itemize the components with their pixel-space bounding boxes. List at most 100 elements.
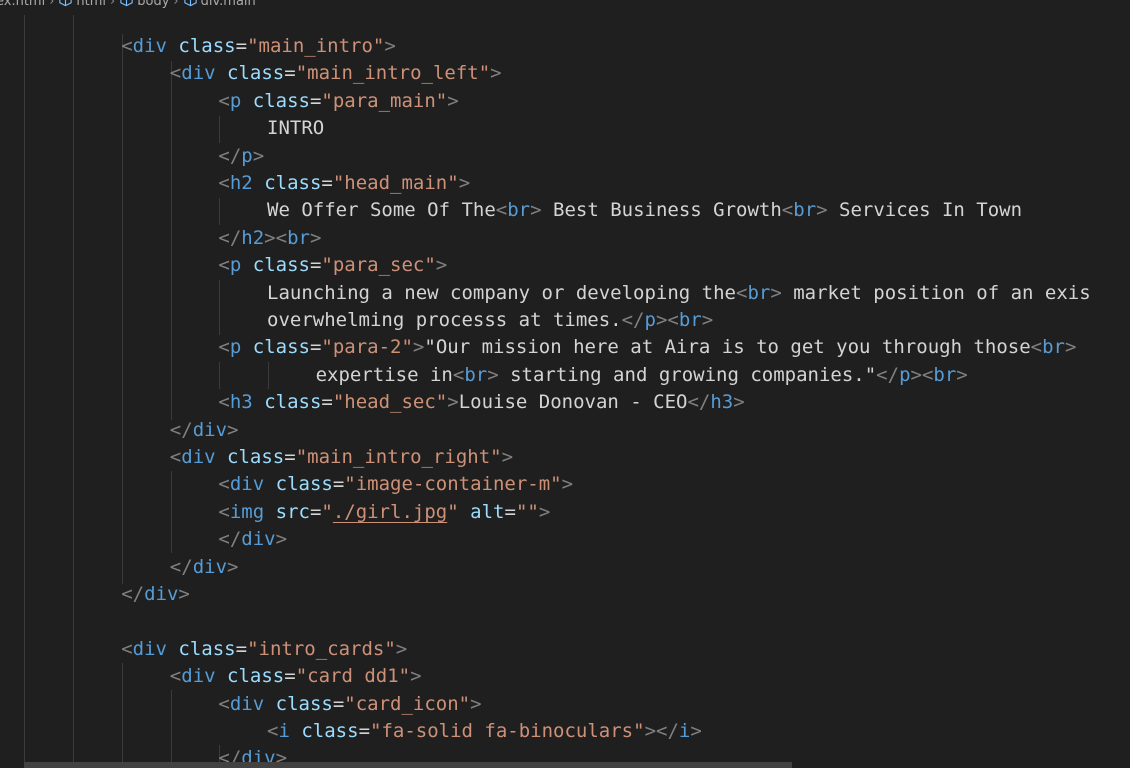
code-token: = <box>332 473 345 496</box>
code-token: > <box>690 720 702 742</box>
code-token: p <box>644 309 656 331</box>
code-token: br <box>287 226 310 249</box>
code-token: div <box>144 583 179 605</box>
code-token: br <box>1042 336 1065 359</box>
code-token: Louise Donovan - CEO <box>458 391 688 414</box>
code-token: class <box>227 62 285 85</box>
code-token: > <box>956 363 968 386</box>
code-token: < <box>452 363 465 386</box>
code-token: > <box>435 254 448 277</box>
code-token: ./girl.jpg <box>332 500 448 523</box>
code-token: h3 <box>229 391 253 414</box>
breadcrumb-item[interactable]: html <box>58 0 106 9</box>
code-token: = <box>309 500 322 523</box>
code-token: >< <box>910 363 934 386</box>
code-line: </p> <box>218 143 264 170</box>
code-token: i <box>278 720 290 742</box>
code-line: <div class="main_intro_right"> <box>170 444 513 471</box>
code-token: < <box>267 720 279 742</box>
breadcrumb-item[interactable]: div.main <box>183 0 256 9</box>
code-token: br <box>747 281 771 304</box>
indent-guide <box>122 34 123 584</box>
code-token: " <box>447 500 459 523</box>
code-token: src <box>275 500 310 523</box>
code-token: = <box>332 692 345 715</box>
code-line: <div class="main_intro_left"> <box>170 60 502 87</box>
code-token: > <box>530 199 542 222</box>
code-token: < <box>218 172 230 194</box>
code-token: < <box>218 692 230 715</box>
cube-icon <box>59 0 73 7</box>
code-token: "intro_cards" <box>247 637 396 660</box>
code-line: <div class="card_icon"> <box>218 691 481 718</box>
code-token: class <box>264 391 322 414</box>
code-token: We Offer Some Of The <box>267 199 496 222</box>
breadcrumb-item[interactable]: ex.html <box>0 0 45 9</box>
code-line: </h2><br> <box>218 225 321 252</box>
cube-icon <box>120 0 133 7</box>
code-token: "image-container-m" <box>344 473 562 496</box>
cube-icon <box>183 0 197 7</box>
code-token: p <box>241 144 253 167</box>
indent-guide <box>268 362 269 389</box>
code-token: class <box>264 172 322 194</box>
code-token: "" <box>515 500 539 523</box>
code-line: <img src="./girl.jpg" alt=""> <box>218 499 550 526</box>
code-token: > <box>384 35 396 57</box>
breadcrumb-label: html <box>76 0 107 9</box>
code-token: br <box>933 363 957 386</box>
code-line: <div class="image-container-m"> <box>218 471 573 498</box>
code-token: p <box>899 363 911 386</box>
code-token: > <box>1064 336 1077 359</box>
code-token: div <box>192 555 228 578</box>
code-line: <div class="card dd1"> <box>170 663 422 690</box>
horizontal-scrollbar[interactable] <box>24 762 792 768</box>
code-token: overwhelming processs at times. <box>267 309 622 331</box>
code-token: p <box>229 89 242 112</box>
code-token: "Our mission here at Aira is to get you … <box>424 336 1031 359</box>
code-token: div <box>132 35 167 57</box>
code-token: </ <box>876 363 900 386</box>
code-token: > <box>487 363 499 386</box>
code-token: < <box>781 199 794 222</box>
code-token: = <box>321 172 333 194</box>
indent-guide <box>24 15 25 768</box>
chevron-right-icon: › <box>110 0 116 9</box>
code-line: <div class="main_intro"> <box>121 33 396 60</box>
code-token: div <box>229 473 265 496</box>
code-editor[interactable]: <div class="main_intro"> <div class="main… <box>0 15 1130 768</box>
code-token: < <box>218 254 230 277</box>
code-line: expertise in<br> starting and growing co… <box>316 362 968 389</box>
code-token: "head_sec" <box>332 391 448 414</box>
code-token: > <box>733 391 745 414</box>
code-token: "para_main" <box>321 89 448 112</box>
code-token: div <box>192 418 228 441</box>
code-token: </ <box>621 309 645 331</box>
indent-guide <box>219 116 220 143</box>
code-token: Launching a new company or developing th… <box>267 281 736 304</box>
breadcrumb-item[interactable]: body <box>119 0 169 9</box>
code-token: < <box>121 637 133 660</box>
code-token: < <box>169 62 182 85</box>
code-token: > <box>252 144 265 167</box>
code-token: div <box>181 665 216 688</box>
code-token: img <box>229 500 265 523</box>
code-token: </ <box>218 226 242 249</box>
code-token: < <box>121 35 133 57</box>
code-token: class <box>227 446 285 468</box>
code-token: = <box>321 391 333 414</box>
code-token: class <box>178 637 236 660</box>
chevron-right-icon: › <box>49 0 55 9</box>
code-line: <div class="intro_cards"> <box>121 636 407 663</box>
code-token: h3 <box>710 391 734 414</box>
code-token: < <box>218 391 230 414</box>
code-token: "para-2" <box>321 336 413 359</box>
code-token: "main_intro" <box>247 35 385 57</box>
code-token: < <box>218 336 230 359</box>
